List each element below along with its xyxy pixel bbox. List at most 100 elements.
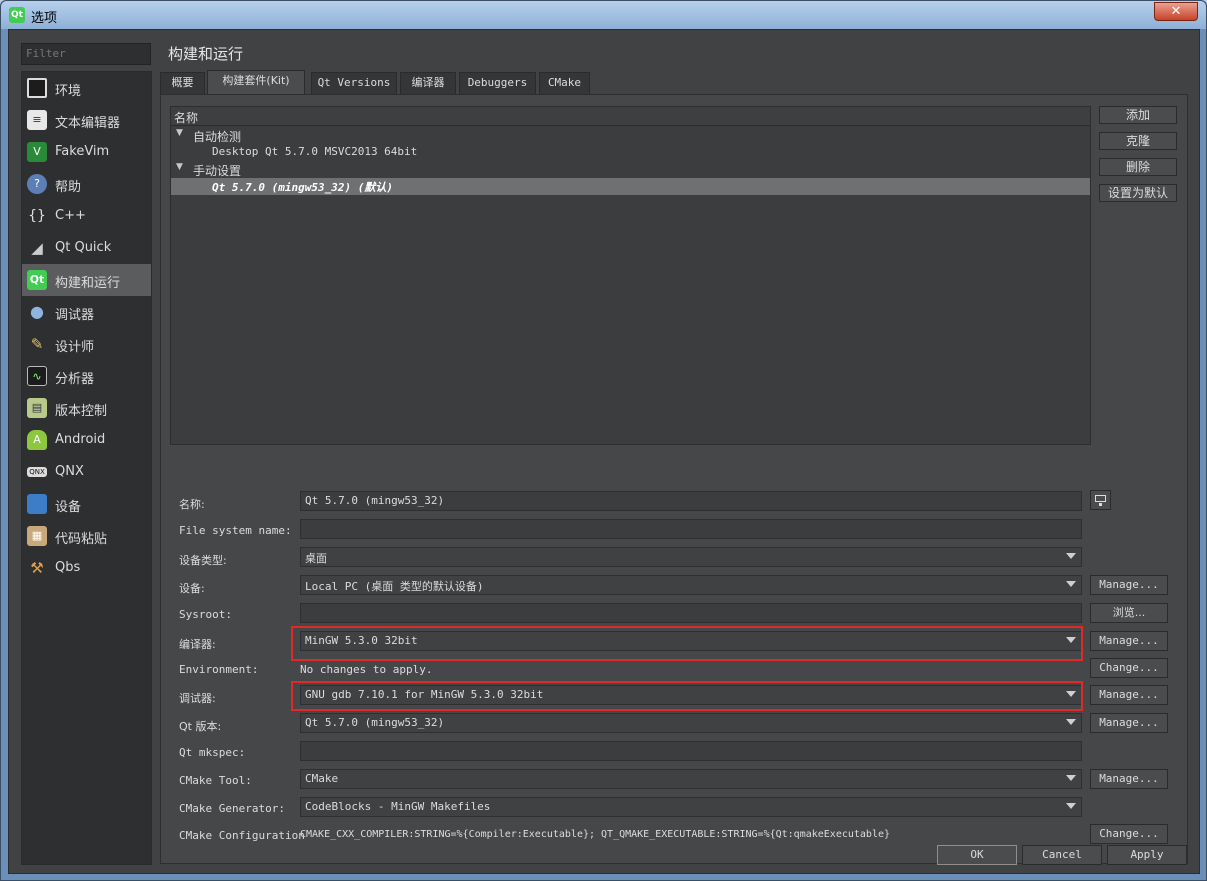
- tree-header-name[interactable]: 名称: [171, 107, 1090, 126]
- sidebar-item-text-editor[interactable]: ≡ 文本编辑器: [22, 104, 151, 136]
- qbs-icon: ⚒: [30, 559, 44, 577]
- make-default-button[interactable]: 设置为默认: [1099, 184, 1177, 202]
- monitor-icon: [1095, 495, 1106, 502]
- sidebar-item-android[interactable]: A Android: [22, 424, 151, 456]
- cancel-button[interactable]: Cancel: [1022, 845, 1102, 865]
- sidebar-item-label: 环境: [55, 84, 82, 99]
- sidebar-item-label: QNX: [55, 464, 84, 479]
- sidebar-item-qt-quick[interactable]: ◢ Qt Quick: [22, 232, 151, 264]
- tree-group-auto-detected[interactable]: ▼ 自动检测: [171, 127, 1090, 144]
- qnx-icon: QNX: [27, 467, 47, 477]
- filesystem-name-label: File system name:: [179, 524, 292, 537]
- cmake-config-change-button[interactable]: Change...: [1090, 824, 1168, 844]
- cmake-tool-manage-button[interactable]: Manage...: [1090, 769, 1168, 789]
- close-button[interactable]: ✕: [1154, 2, 1198, 21]
- cmake-config-label: CMake Configuration: [179, 829, 305, 842]
- tab-debuggers[interactable]: Debuggers: [459, 72, 536, 94]
- sidebar-item-label: 设计师: [55, 340, 95, 355]
- cmake-generator-value: CodeBlocks - MinGW Makefiles: [305, 800, 491, 813]
- tab-overview[interactable]: 概要: [160, 72, 205, 94]
- qt-app-icon: Qt: [9, 7, 25, 23]
- sidebar-item-label: 版本控制: [55, 404, 108, 419]
- environment-change-button[interactable]: Change...: [1090, 658, 1168, 678]
- chevron-down-icon: [1066, 719, 1076, 725]
- clone-kit-button[interactable]: 克隆: [1099, 132, 1177, 150]
- sidebar-item-label: 分析器: [55, 372, 95, 387]
- sidebar-item-version-control[interactable]: ▤ 版本控制: [22, 392, 151, 424]
- sidebar-item-designer[interactable]: ✎ 设计师: [22, 328, 151, 360]
- cmake-tool-label: CMake Tool:: [179, 774, 252, 787]
- sidebar-item-debugger[interactable]: ● 调试器: [22, 296, 151, 328]
- tree-group-manual[interactable]: ▼ 手动设置: [171, 161, 1090, 178]
- debugger-manage-button[interactable]: Manage...: [1090, 685, 1168, 705]
- sidebar-item-cpp[interactable]: {} C++: [22, 200, 151, 232]
- sidebar-item-label: 调试器: [55, 308, 95, 323]
- tab-compilers[interactable]: 编译器: [400, 72, 456, 94]
- devices-icon: ■: [27, 494, 47, 514]
- compiler-manage-button[interactable]: Manage...: [1090, 631, 1168, 651]
- qt-version-select[interactable]: Qt 5.7.0 (mingw53_32): [300, 713, 1082, 733]
- sysroot-field[interactable]: [300, 603, 1082, 623]
- sidebar-item-label: 代码粘贴: [55, 532, 108, 547]
- chevron-down-icon: [1066, 581, 1076, 587]
- cmake-generator-label: CMake Generator:: [179, 802, 285, 815]
- sidebar-item-environment[interactable]: 环境: [22, 72, 151, 104]
- chevron-down-icon: [1066, 775, 1076, 781]
- device-select[interactable]: Local PC (桌面 类型的默认设备): [300, 575, 1082, 595]
- qt-version-manage-button[interactable]: Manage...: [1090, 713, 1168, 733]
- sidebar-item-qbs[interactable]: ⚒ Qbs: [22, 552, 151, 584]
- add-kit-button[interactable]: 添加: [1099, 106, 1177, 124]
- cmake-generator-select[interactable]: CodeBlocks - MinGW Makefiles: [300, 797, 1082, 817]
- kit-tree: 名称 ▼ 自动检测 Desktop Qt 5.7.0 MSVC2013 64bi…: [170, 106, 1091, 445]
- ok-button[interactable]: OK: [937, 845, 1017, 865]
- filesystem-name-field[interactable]: [300, 519, 1082, 539]
- kit-name-field[interactable]: Qt 5.7.0 (mingw53_32): [300, 491, 1082, 511]
- sidebar-item-label: C++: [55, 208, 86, 223]
- tab-qt-versions[interactable]: Qt Versions: [311, 72, 397, 94]
- category-list: 环境 ≡ 文本编辑器 V FakeVim ? 帮助 {} C++ ◢ Qt Qu…: [21, 71, 152, 865]
- debugger-icon: ●: [30, 302, 44, 321]
- sidebar-item-fakevim[interactable]: V FakeVim: [22, 136, 151, 168]
- expand-arrow-icon[interactable]: ▼: [176, 128, 183, 138]
- sidebar-item-devices[interactable]: ■ 设备: [22, 488, 151, 520]
- monitor-icon: [27, 78, 47, 98]
- text-editor-icon: ≡: [27, 110, 47, 130]
- build-run-icon: Qt: [27, 270, 47, 290]
- device-type-select[interactable]: 桌面: [300, 547, 1082, 567]
- apply-button[interactable]: Apply: [1107, 845, 1187, 865]
- kits-panel: 名称 ▼ 自动检测 Desktop Qt 5.7.0 MSVC2013 64bi…: [160, 94, 1188, 864]
- compiler-highlight-box: [291, 626, 1083, 661]
- remove-kit-button[interactable]: 删除: [1099, 158, 1177, 176]
- qt-mkspec-label: Qt mkspec:: [179, 746, 246, 759]
- filter-input[interactable]: Filter: [21, 43, 151, 65]
- sidebar-item-analyzer[interactable]: ∿ 分析器: [22, 360, 151, 392]
- environment-label: Environment:: [179, 663, 259, 676]
- cmake-config-value: CMAKE_CXX_COMPILER:STRING=%{Compiler:Exe…: [300, 829, 891, 840]
- chevron-down-icon: [1066, 553, 1076, 559]
- sidebar-item-help[interactable]: ? 帮助: [22, 168, 151, 200]
- cmake-tool-select[interactable]: CMake: [300, 769, 1082, 789]
- sidebar-item-label: 构建和运行: [55, 276, 121, 291]
- designer-icon: ✎: [30, 335, 44, 353]
- device-type-label: 设备类型:: [179, 554, 227, 567]
- sysroot-browse-button[interactable]: 浏览...: [1090, 603, 1168, 623]
- device-manage-button[interactable]: Manage...: [1090, 575, 1168, 595]
- expand-arrow-icon[interactable]: ▼: [176, 162, 183, 172]
- kit-item-mingw-default[interactable]: Qt 5.7.0 (mingw53_32) (默认): [171, 178, 1090, 195]
- sidebar-item-label: 帮助: [55, 180, 82, 195]
- kit-icon-button[interactable]: [1090, 490, 1111, 510]
- kit-item-desktop-msvc[interactable]: Desktop Qt 5.7.0 MSVC2013 64bit: [171, 144, 1090, 161]
- qt-mkspec-field[interactable]: [300, 741, 1082, 761]
- kit-item-label: Desktop Qt 5.7.0 MSVC2013 64bit: [212, 145, 418, 158]
- tab-kits[interactable]: 构建套件(Kit): [207, 70, 305, 95]
- name-label: 名称:: [179, 498, 205, 511]
- code-paste-icon: ▦: [27, 526, 47, 546]
- sidebar-item-code-paste[interactable]: ▦ 代码粘贴: [22, 520, 151, 552]
- device-label: 设备:: [179, 582, 205, 595]
- sidebar-item-build-run[interactable]: Qt 构建和运行: [22, 264, 151, 296]
- compiler-label: 编译器:: [179, 638, 216, 651]
- tab-cmake[interactable]: CMake: [539, 72, 590, 94]
- title-bar[interactable]: Qt 选项 ✕: [1, 1, 1206, 29]
- sidebar-item-qnx[interactable]: QNX QNX: [22, 456, 151, 488]
- kit-item-label: Qt 5.7.0 (mingw53_32) (默认): [212, 181, 393, 194]
